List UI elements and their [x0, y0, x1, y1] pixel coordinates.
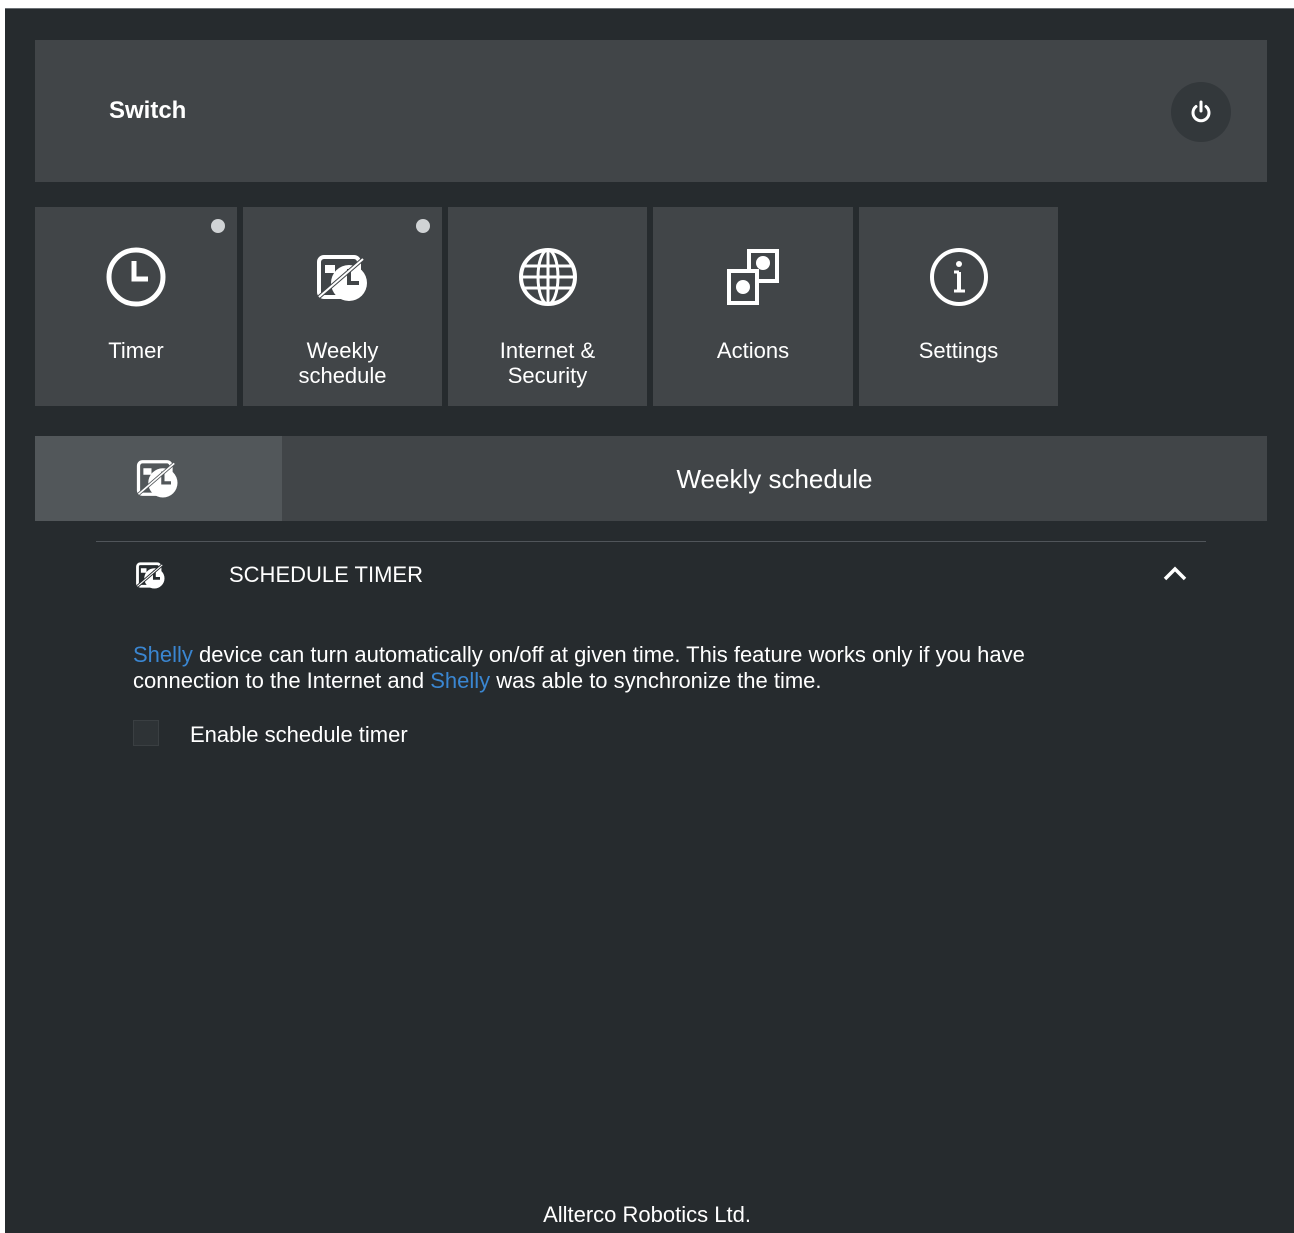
feature-tiles: Timer Weekly schedule Internet & Securit…	[35, 207, 1065, 406]
device-title: Switch	[109, 97, 187, 124]
status-indicator	[416, 219, 430, 233]
power-icon	[1191, 100, 1211, 123]
actions-icon	[727, 249, 779, 305]
tile-timer[interactable]: Timer	[35, 207, 237, 406]
enable-schedule-label: Enable schedule timer	[190, 722, 408, 747]
tile-label: Timer	[108, 338, 164, 363]
brand-link[interactable]: Shelly	[430, 668, 490, 693]
calendar-schedule-icon	[136, 460, 178, 498]
description-text: was able to synchronize the time.	[490, 668, 822, 693]
tile-internet-security[interactable]: Internet & Security	[448, 207, 647, 406]
tile-settings[interactable]: Settings	[859, 207, 1058, 406]
chevron-up-icon[interactable]	[1161, 562, 1189, 584]
status-indicator	[211, 219, 225, 233]
calendar-schedule-icon	[136, 562, 165, 589]
section-header: Weekly schedule	[35, 436, 1267, 521]
brand-link[interactable]: Shelly	[133, 642, 193, 667]
tile-label: Settings	[918, 338, 999, 363]
tile-label: Internet & Security	[499, 338, 596, 388]
app-frame: Switch Timer Weekly schedule Internet & …	[5, 8, 1294, 1233]
schedule-timer-accordion[interactable]: SCHEDULE TIMER	[96, 542, 1206, 606]
device-header: Switch	[35, 40, 1267, 182]
tile-label: Actions	[716, 338, 790, 363]
info-icon	[929, 248, 988, 306]
enable-schedule-checkbox[interactable]	[133, 720, 159, 746]
accordion-title: SCHEDULE TIMER	[229, 562, 423, 587]
enable-schedule-row[interactable]: Enable schedule timer	[133, 719, 533, 749]
section-title: Weekly schedule	[676, 464, 873, 494]
power-button[interactable]	[1171, 82, 1231, 142]
schedule-description: Shelly device can turn automatically on/…	[133, 642, 1093, 694]
tile-weekly-schedule[interactable]: Weekly schedule	[243, 207, 442, 406]
globe-icon	[518, 248, 577, 306]
clock-icon	[106, 247, 166, 307]
tile-label: Weekly schedule	[298, 338, 387, 388]
section-icon-box	[35, 436, 282, 521]
calendar-schedule-icon	[316, 255, 367, 301]
tile-actions[interactable]: Actions	[653, 207, 853, 406]
footer-text: Allterco Robotics Ltd.	[543, 1202, 751, 1227]
